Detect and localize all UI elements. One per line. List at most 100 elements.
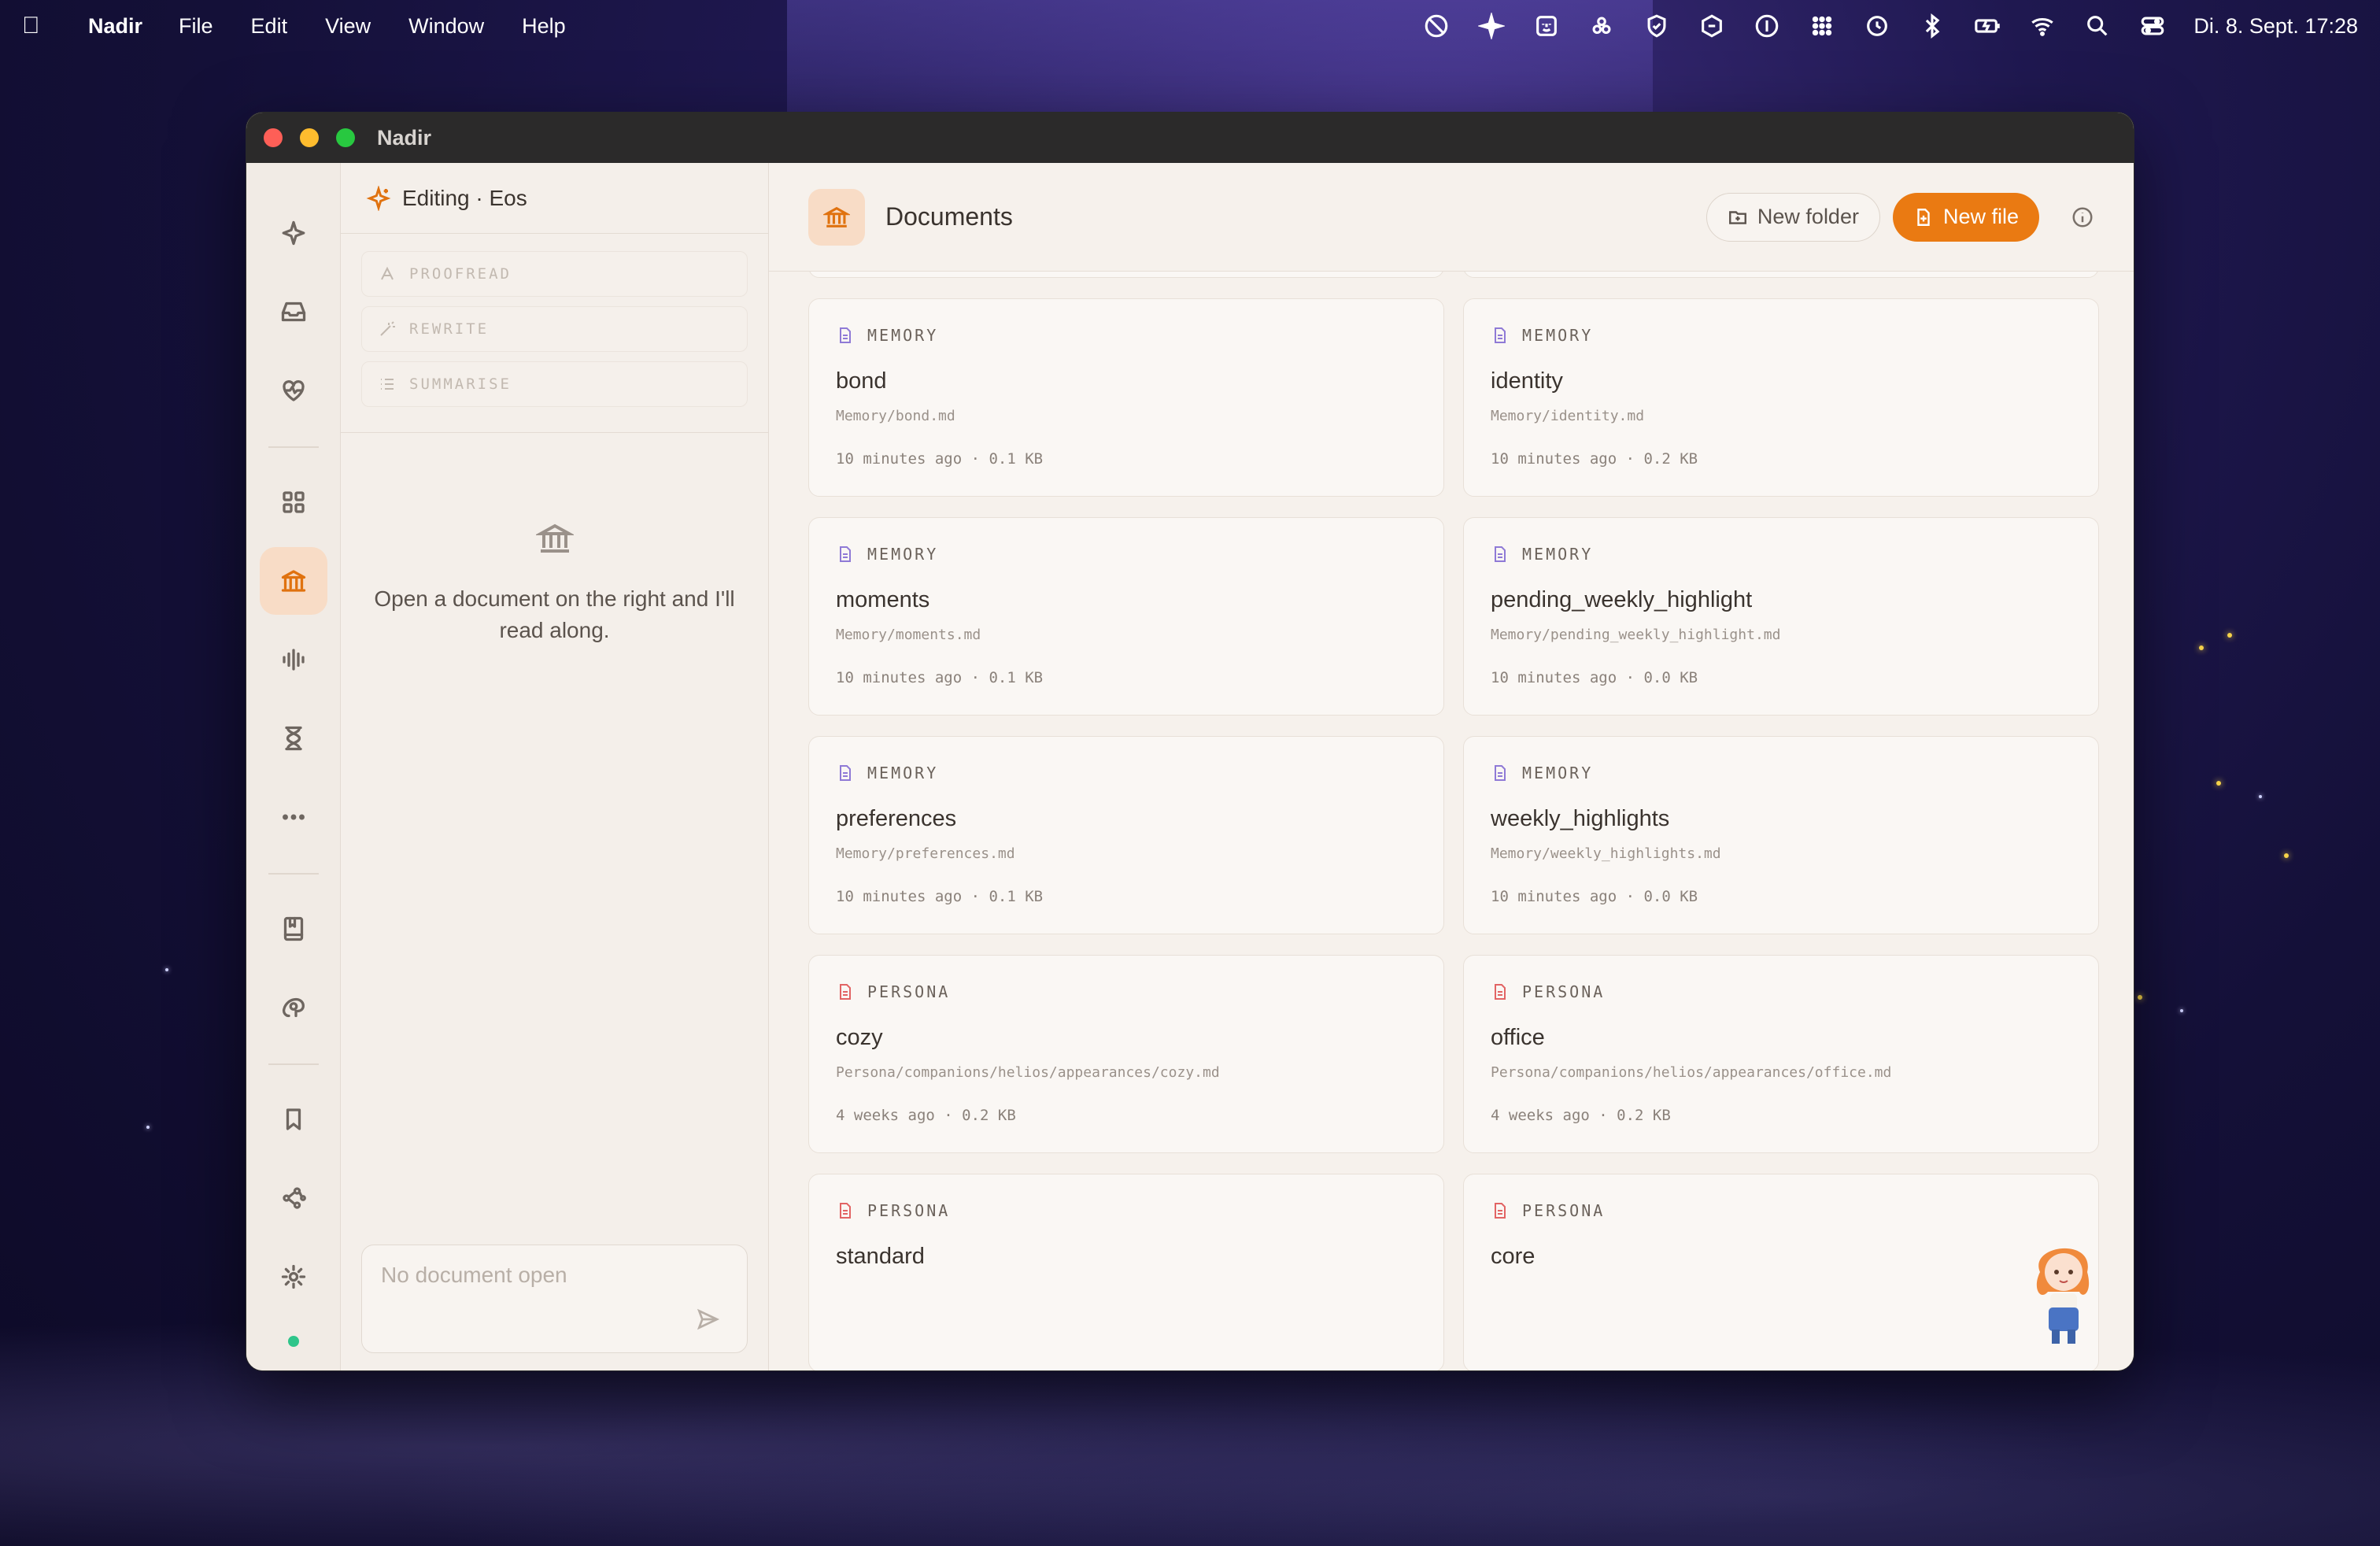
minimize-button[interactable] bbox=[300, 128, 319, 147]
new-folder-button[interactable]: New folder bbox=[1706, 192, 1880, 242]
document-icon bbox=[1491, 1201, 1522, 1220]
battery-icon[interactable] bbox=[1973, 12, 2001, 40]
sparkle-icon bbox=[366, 185, 391, 211]
document-path: Persona/companions/helios/appearances/co… bbox=[836, 1064, 1220, 1081]
rail-network[interactable] bbox=[260, 1164, 327, 1232]
hexagon-icon[interactable] bbox=[1698, 12, 1726, 40]
rewrite-button[interactable]: REWRITE bbox=[361, 306, 748, 352]
assistant-panel: Editing · Eos PROOFREAD REWRITE SUMMARIS… bbox=[341, 163, 769, 1370]
document-card[interactable]: MEMORY identity Memory/identity.md 10 minut… bbox=[1463, 298, 2099, 497]
rail-divider bbox=[268, 873, 319, 875]
menu-app-name[interactable]: Nadir bbox=[88, 14, 142, 39]
document-name: identity bbox=[1491, 368, 1563, 394]
shield-check-icon[interactable] bbox=[1643, 12, 1671, 40]
document-card[interactable]: MEMORY preferences Memory/preferences.md 10… bbox=[808, 736, 1444, 934]
document-icon bbox=[1491, 545, 1522, 564]
send-button[interactable] bbox=[695, 1307, 720, 1332]
rail-documents[interactable] bbox=[259, 547, 327, 615]
document-meta: 10 minutes ago · 0.1 KB bbox=[836, 888, 1044, 905]
document-card[interactable]: PERSONA standard bbox=[808, 1174, 1444, 1370]
rail-settings[interactable] bbox=[260, 1243, 327, 1311]
rail-health[interactable] bbox=[260, 357, 327, 424]
document-category: PERSONA bbox=[836, 982, 950, 1001]
document-card[interactable]: PERSONA core bbox=[1463, 1174, 2099, 1370]
document-category-label: PERSONA bbox=[1522, 1201, 1606, 1220]
summarise-button[interactable]: SUMMARISE bbox=[361, 361, 748, 407]
text-check-icon bbox=[381, 266, 394, 280]
document-category-label: MEMORY bbox=[1522, 764, 1594, 782]
document-card[interactable]: MEMORY weekly_highlights Memory/weekly_hig… bbox=[1463, 736, 2099, 934]
close-button[interactable] bbox=[264, 128, 283, 147]
new-file-label: New file bbox=[1942, 205, 2019, 228]
document-name: pending_weekly_highlight bbox=[1491, 587, 1753, 612]
password-icon[interactable] bbox=[1753, 12, 1781, 40]
mascot-avatar[interactable] bbox=[2020, 1229, 2107, 1347]
document-category-label: MEMORY bbox=[1522, 326, 1594, 345]
document-card[interactable]: MEMORY pending_weekly_highlight Memory/pen… bbox=[1463, 517, 2099, 716]
sparkle-icon[interactable] bbox=[1477, 12, 1506, 40]
document-category-label: MEMORY bbox=[867, 545, 939, 564]
status-online-dot bbox=[287, 1336, 299, 1347]
rail-bookmarks[interactable] bbox=[260, 1086, 327, 1153]
document-name: weekly_highlights bbox=[1491, 806, 1670, 831]
menu-file[interactable]: File bbox=[179, 14, 213, 39]
zoom-button[interactable] bbox=[336, 128, 355, 147]
document-name: moments bbox=[836, 587, 930, 612]
time-machine-icon[interactable] bbox=[1863, 12, 1891, 40]
inbox-icon bbox=[281, 301, 305, 322]
rail-brain[interactable] bbox=[260, 974, 327, 1041]
bluetooth-icon[interactable] bbox=[1918, 12, 1946, 40]
menu-edit[interactable]: Edit bbox=[251, 14, 288, 39]
rail-divider bbox=[268, 1063, 319, 1065]
menubar-clock[interactable]: Di. 8. Sept. 17:28 bbox=[2193, 14, 2358, 39]
document-card[interactable]: PERSONA cozy Persona/companions/helios/app… bbox=[808, 955, 1444, 1153]
document-category-label: PERSONA bbox=[867, 982, 951, 1001]
control-center-icon[interactable] bbox=[2138, 12, 2167, 40]
rail-timer[interactable] bbox=[260, 705, 327, 772]
document-icon bbox=[836, 326, 867, 345]
new-file-button[interactable]: New file bbox=[1892, 192, 2039, 242]
blocked-icon[interactable] bbox=[1422, 12, 1451, 40]
document-path: Memory/weekly_highlights.md bbox=[1491, 845, 1721, 862]
document-name: core bbox=[1491, 1244, 1536, 1269]
document-category-label: MEMORY bbox=[1522, 545, 1594, 564]
panel-title: Editing · Eos bbox=[402, 185, 527, 210]
rail-more[interactable] bbox=[260, 783, 327, 851]
documents-header: Documents New folder New file bbox=[769, 163, 2134, 272]
document-category: MEMORY bbox=[1491, 326, 1593, 345]
document-icon bbox=[1491, 982, 1522, 1001]
proofread-label: PROOFREAD bbox=[409, 265, 512, 283]
heart-pulse-icon bbox=[282, 380, 305, 401]
proofread-button[interactable]: PROOFREAD bbox=[361, 251, 748, 297]
wifi-icon[interactable] bbox=[2028, 12, 2057, 40]
apple-icon[interactable]:  bbox=[22, 13, 57, 39]
menu-view[interactable]: View bbox=[325, 14, 371, 39]
document-category: MEMORY bbox=[836, 326, 938, 345]
rail-dashboard[interactable] bbox=[260, 468, 327, 536]
menu-help[interactable]: Help bbox=[522, 14, 566, 39]
search-icon[interactable] bbox=[2083, 12, 2112, 40]
document-category: MEMORY bbox=[1491, 545, 1593, 564]
chat-input[interactable] bbox=[381, 1263, 728, 1288]
document-icon bbox=[1491, 764, 1522, 782]
rail-voice[interactable] bbox=[260, 626, 327, 693]
document-card[interactable]: MEMORY moments Memory/moments.md 10 minutes… bbox=[808, 517, 1444, 716]
document-card[interactable]: MEMORY bond Memory/bond.md 10 minutes ago ·… bbox=[808, 298, 1444, 497]
action-list: PROOFREAD REWRITE SUMMARISE bbox=[341, 234, 768, 433]
cloud-icon[interactable] bbox=[1587, 12, 1616, 40]
menu-window[interactable]: Window bbox=[408, 14, 484, 39]
document-name: bond bbox=[836, 368, 887, 394]
face-id-icon[interactable] bbox=[1532, 12, 1561, 40]
document-card[interactable]: PERSONA office Persona/companions/helios/a… bbox=[1463, 955, 2099, 1153]
rewrite-label: REWRITE bbox=[409, 320, 490, 338]
document-path: Memory/identity.md bbox=[1491, 408, 1645, 424]
document-icon bbox=[1491, 326, 1522, 345]
rail-sparkle[interactable] bbox=[260, 199, 327, 267]
folder-plus-icon bbox=[1728, 210, 1746, 224]
brain-icon bbox=[282, 997, 305, 1018]
apps-grid-icon[interactable] bbox=[1808, 12, 1836, 40]
rail-inbox[interactable] bbox=[260, 278, 327, 346]
document-category: MEMORY bbox=[1491, 764, 1593, 782]
rail-library[interactable] bbox=[260, 895, 327, 963]
info-button[interactable] bbox=[2071, 205, 2094, 229]
